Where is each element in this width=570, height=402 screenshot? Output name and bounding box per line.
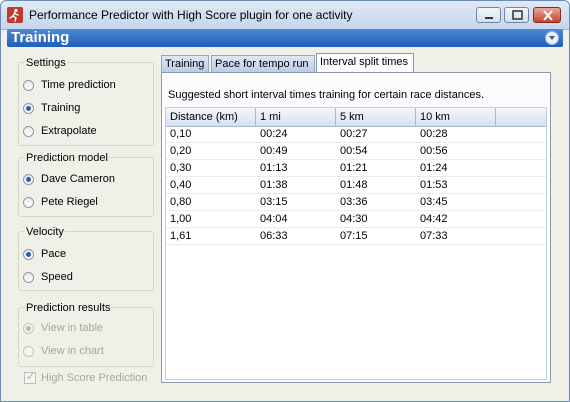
column-header-1-mi[interactable]: 1 mi: [256, 108, 336, 126]
radio-label: Extrapolate: [41, 125, 97, 137]
minimize-button[interactable]: [476, 7, 501, 23]
checkbox-label: High Score Prediction: [41, 372, 148, 384]
radio-label: Dave Cameron: [41, 173, 115, 185]
radio-circle: [23, 80, 34, 91]
table-cell: 03:45: [420, 196, 448, 208]
table-cell: 0,40: [170, 179, 192, 191]
table-row[interactable]: 0,10 00:24 00:27 00:28: [166, 127, 546, 143]
table-cell: 01:53: [420, 179, 448, 191]
radio-label: View in chart: [41, 345, 104, 357]
runner-app-icon: [7, 7, 23, 23]
column-header-5-km[interactable]: 5 km: [336, 108, 416, 126]
maximize-button[interactable]: [504, 7, 529, 23]
radio-circle: [23, 103, 34, 114]
window-title: Performance Predictor with High Score pl…: [29, 8, 353, 22]
table-cell: 0,20: [170, 145, 192, 157]
table-cell: 00:56: [420, 145, 448, 157]
tab-label: Interval split times: [320, 56, 409, 68]
checkbox-box: [24, 370, 36, 384]
prediction-results-group: Prediction results View in table View in…: [18, 302, 154, 367]
tab-pace-for-tempo-run[interactable]: Pace for tempo run: [211, 55, 315, 72]
table-cell: 00:49: [260, 145, 288, 157]
table-cell: 01:48: [340, 179, 368, 191]
table-cell: 03:15: [260, 196, 288, 208]
table-cell: 07:33: [420, 230, 448, 242]
title-bar[interactable]: Performance Predictor with High Score pl…: [1, 1, 569, 30]
table-cell: 00:27: [340, 128, 368, 140]
table-cell: 0,10: [170, 128, 192, 140]
table-cell: 0,80: [170, 196, 192, 208]
table-row[interactable]: 1,61 06:33 07:15 07:33: [166, 229, 546, 245]
close-icon: [543, 10, 553, 21]
column-header-10-km[interactable]: 10 km: [416, 108, 496, 126]
interval-split-times-panel: Suggested short interval times training …: [161, 72, 551, 383]
collapse-button[interactable]: [545, 31, 559, 45]
main-window: Performance Predictor with High Score pl…: [0, 0, 570, 402]
radio-label: Speed: [41, 271, 73, 283]
minimize-icon: [485, 17, 493, 19]
settings-group-title: Settings: [25, 57, 67, 69]
table-row[interactable]: 0,20 00:49 00:54 00:56: [166, 144, 546, 160]
table-cell: 01:38: [260, 179, 288, 191]
tab-training[interactable]: Training: [161, 55, 209, 72]
tab-interval-split-times[interactable]: Interval split times: [316, 53, 414, 73]
radio-circle: [23, 272, 34, 283]
radio-circle: [23, 346, 34, 357]
velocity-group-title: Velocity: [25, 226, 65, 238]
radio-label: View in table: [41, 322, 104, 334]
table-cell: 01:21: [340, 162, 368, 174]
table-cell: 04:42: [420, 213, 448, 225]
radio-label: Pace: [41, 248, 67, 260]
section-title: Training: [11, 29, 70, 46]
radio-circle: [23, 323, 34, 334]
maximize-icon: [512, 10, 523, 20]
table-cell: 00:24: [260, 128, 288, 140]
table-cell: 06:33: [260, 230, 288, 242]
table-cell: 00:28: [420, 128, 448, 140]
radio-circle: [23, 126, 34, 137]
radio-circle: [23, 249, 34, 260]
radio-circle: [23, 174, 34, 185]
table-cell: 1,61: [170, 230, 192, 242]
radio-label: Time prediction: [41, 79, 116, 91]
table-row[interactable]: 0,80 03:15 03:36 03:45: [166, 195, 546, 211]
table-cell: 04:30: [340, 213, 368, 225]
table-cell: 07:15: [340, 230, 368, 242]
split-times-table[interactable]: Distance (km) 1 mi 5 km 10 km 0,10 00:24 0…: [165, 107, 547, 380]
settings-group: Settings Time prediction Training Extrap…: [18, 57, 154, 146]
section-header: Training: [7, 29, 563, 47]
radio-label: Pete Riegel: [41, 196, 98, 208]
radio-label: Training: [41, 102, 81, 114]
panel-description: Suggested short interval times training …: [168, 89, 485, 101]
table-cell: 03:36: [340, 196, 368, 208]
table-row[interactable]: 0,30 01:13 01:21 01:24: [166, 161, 546, 177]
velocity-group: Velocity Pace Speed: [18, 226, 154, 291]
table-cell: 01:13: [260, 162, 288, 174]
prediction-model-group: Prediction model Dave Cameron Pete Riege…: [18, 152, 154, 217]
chevron-down-icon: [549, 36, 555, 40]
table-cell: 1,00: [170, 213, 192, 225]
table-header: Distance (km) 1 mi 5 km 10 km: [166, 108, 546, 127]
table-row[interactable]: 0,40 01:38 01:48 01:53: [166, 178, 546, 194]
prediction-model-group-title: Prediction model: [25, 152, 109, 164]
table-cell: 01:24: [420, 162, 448, 174]
table-cell: 0,30: [170, 162, 192, 174]
tab-label: Pace for tempo run: [215, 58, 309, 70]
column-header-distance[interactable]: Distance (km): [166, 108, 256, 126]
close-button[interactable]: [533, 7, 561, 23]
table-cell: 04:04: [260, 213, 288, 225]
prediction-results-group-title: Prediction results: [25, 302, 112, 314]
table-cell: 00:54: [340, 145, 368, 157]
tab-label: Training: [165, 58, 205, 70]
table-row[interactable]: 1,00 04:04 04:30 04:42: [166, 212, 546, 228]
radio-circle: [23, 197, 34, 208]
